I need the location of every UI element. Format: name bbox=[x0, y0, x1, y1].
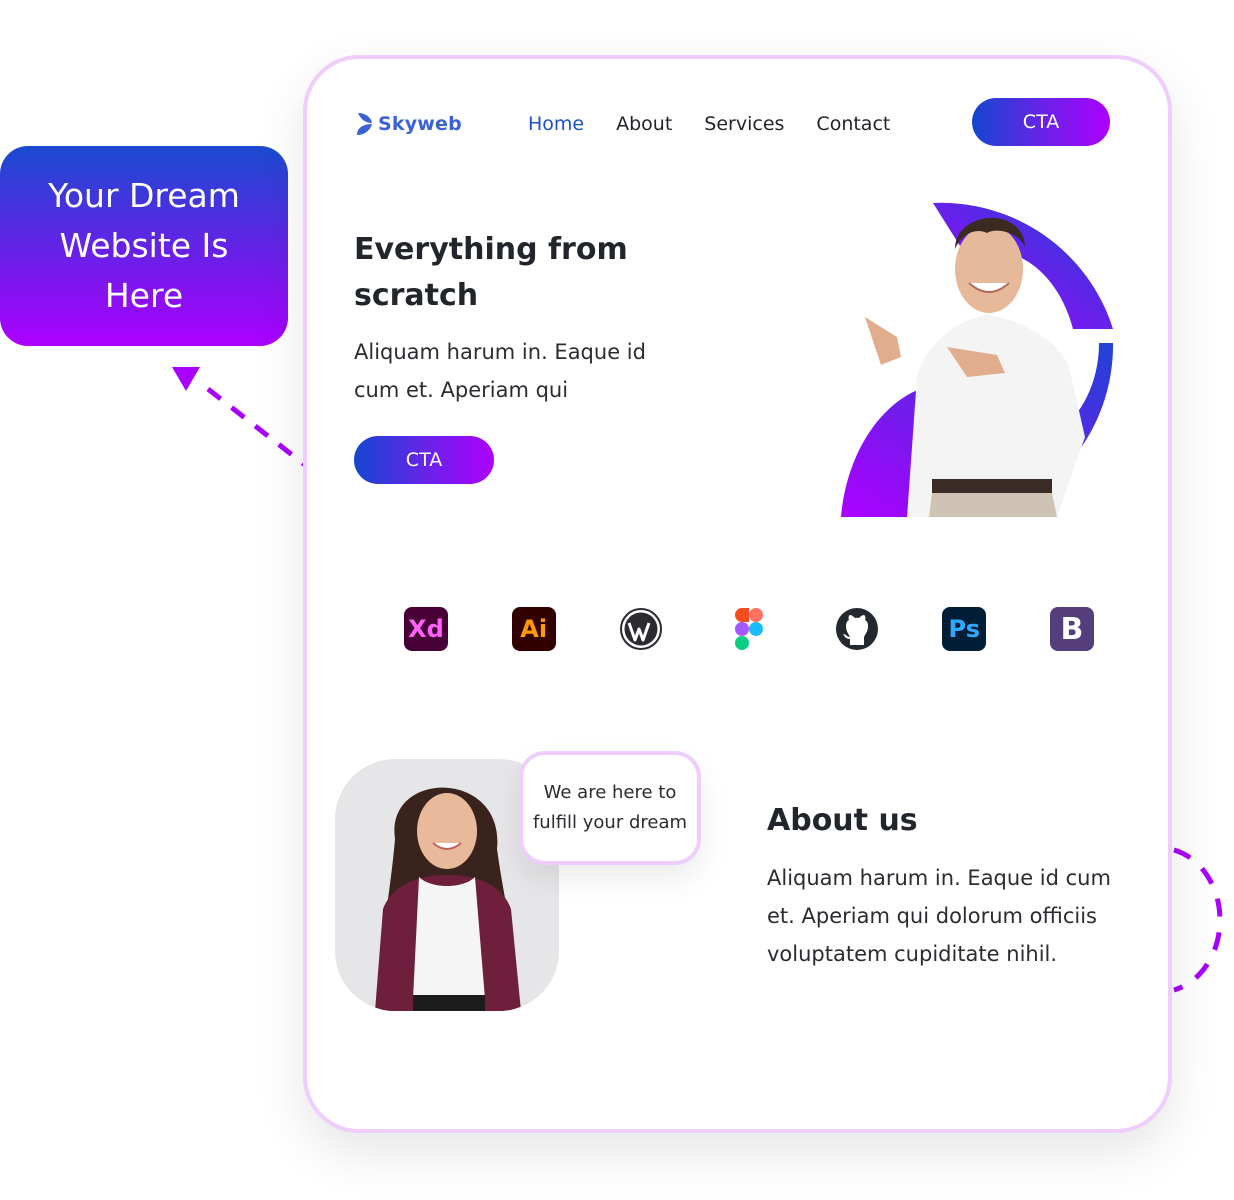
adobe-xd-icon: Xd bbox=[404, 607, 448, 651]
man-pointing-photo bbox=[837, 197, 1117, 517]
nav-item-about[interactable]: About bbox=[616, 113, 672, 135]
brand-logo[interactable]: Skyweb bbox=[355, 111, 462, 137]
dream-website-callout: Your Dream Website Is Here bbox=[0, 146, 288, 346]
callout-line: Website Is bbox=[59, 226, 229, 265]
bootstrap-icon: B bbox=[1049, 607, 1094, 651]
tools-row: Xd Ai Ps B bbox=[404, 607, 1094, 651]
bubble-line: We are here to bbox=[543, 782, 677, 803]
dashed-arrow-icon bbox=[172, 367, 307, 467]
brand-name: Skyweb bbox=[378, 113, 462, 135]
hero-description: Aliquam harum in. Eaque id cum et. Aperi… bbox=[354, 340, 646, 402]
github-icon bbox=[835, 607, 879, 651]
website-mockup-frame: Skyweb Home About Services Contact CTA E… bbox=[303, 55, 1172, 1133]
about-description: Aliquam harum in. Eaque id cum et. Aperi… bbox=[767, 866, 1111, 966]
hero-cta-button[interactable]: CTA bbox=[354, 436, 494, 484]
figma-icon bbox=[727, 607, 771, 651]
arrow-head bbox=[172, 367, 200, 391]
main-nav: Home About Services Contact bbox=[528, 113, 890, 135]
bubble-line: fulfill your dream bbox=[532, 812, 688, 833]
nav-item-home[interactable]: Home bbox=[528, 113, 584, 135]
callout-line: Here bbox=[104, 276, 184, 315]
photoshop-icon: Ps bbox=[942, 607, 987, 651]
wordpress-icon bbox=[619, 607, 663, 651]
dream-bubble: We are here to fulfill your dream bbox=[519, 751, 701, 865]
hero-title: Everything from scratch bbox=[354, 232, 628, 313]
about-title: About us bbox=[767, 803, 918, 838]
leaf-logo-icon bbox=[357, 113, 372, 135]
arrow-line bbox=[206, 387, 307, 467]
nav-item-services[interactable]: Services bbox=[704, 113, 784, 135]
adobe-illustrator-icon: Ai bbox=[511, 607, 556, 651]
nav-item-contact[interactable]: Contact bbox=[816, 113, 890, 135]
nav-cta-button[interactable]: CTA bbox=[972, 98, 1110, 146]
callout-line: Your Dream bbox=[48, 176, 240, 215]
